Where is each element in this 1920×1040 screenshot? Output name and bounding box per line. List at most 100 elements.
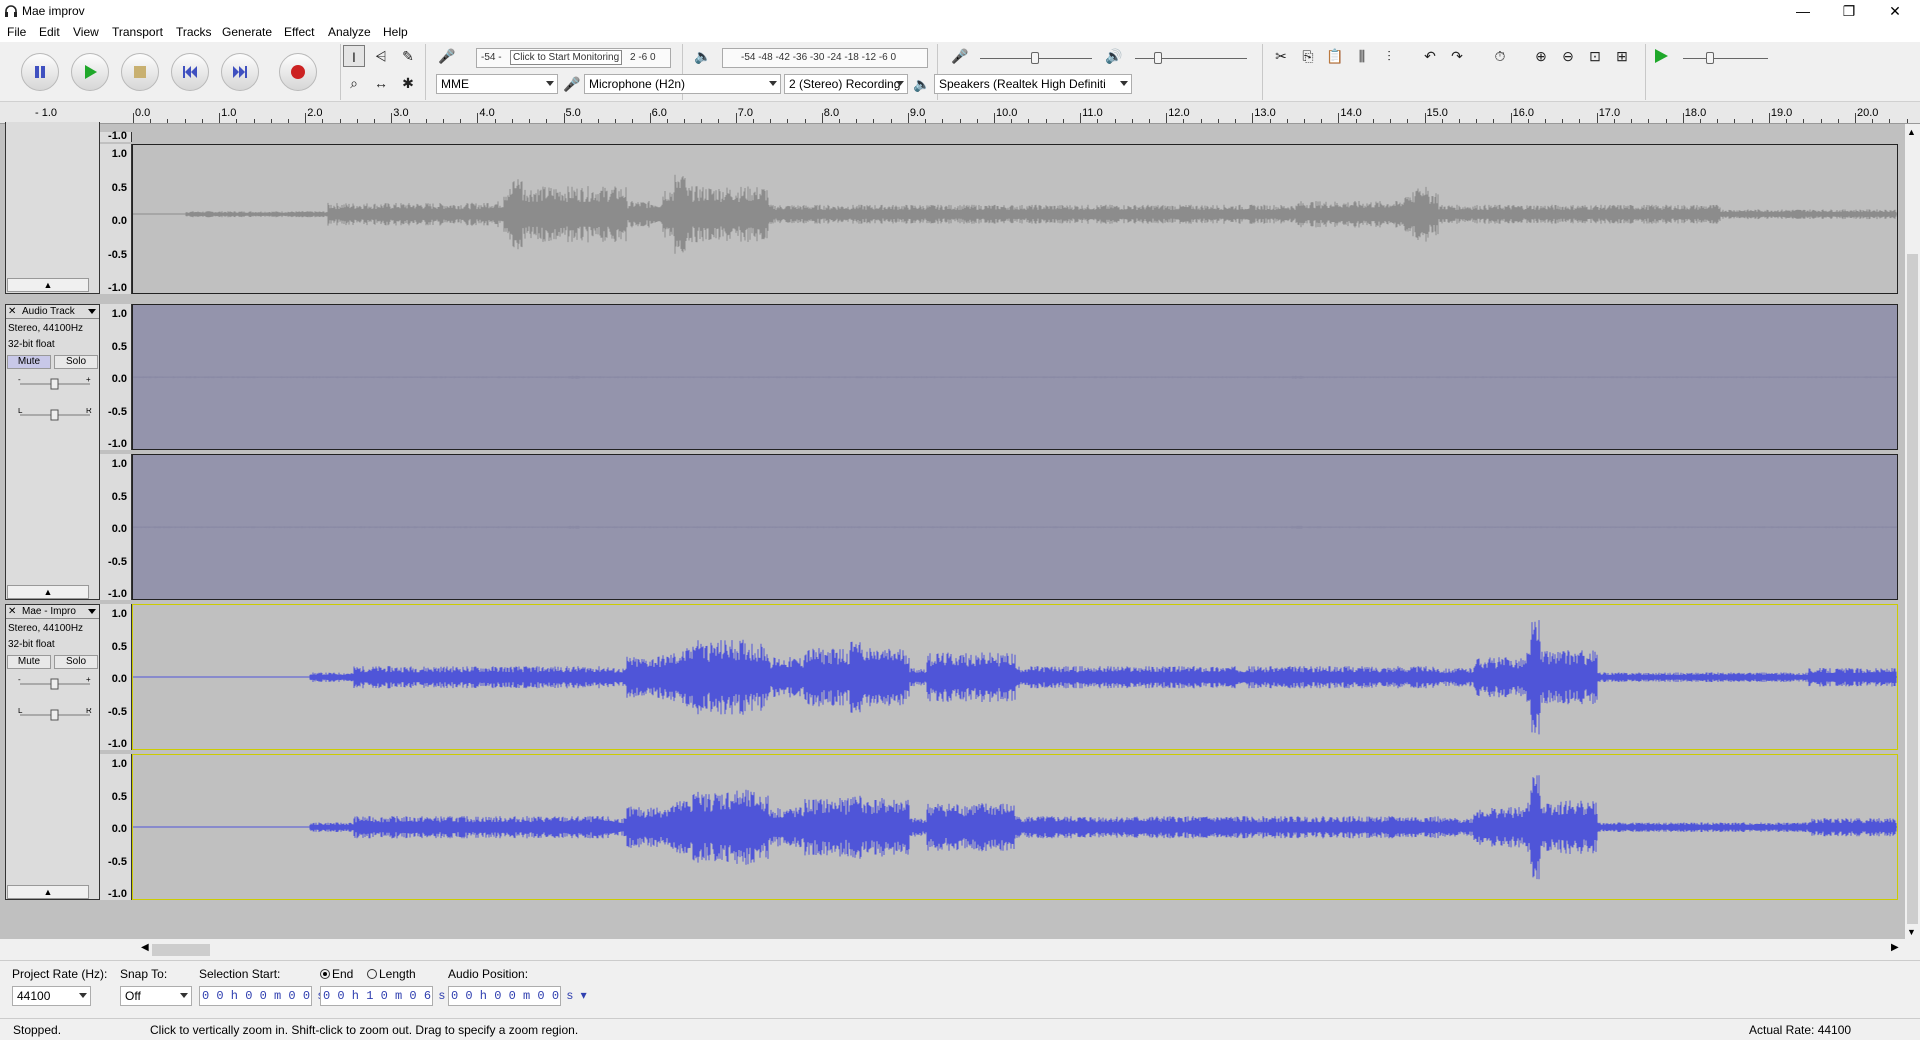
waveform-channel-left[interactable] <box>132 304 1898 450</box>
recording-device-select[interactable]: Microphone (H2n) <box>584 74 781 94</box>
track-area[interactable]: ▲ -1.0 1.0 0.5 0.0 -0.5 -1.0 ✕ Audio Track St… <box>0 122 1905 939</box>
vertical-scale[interactable]: 1.0 0.5 0.0 -0.5 -1.0 <box>100 754 132 900</box>
selection-tool-icon[interactable]: I <box>343 45 365 67</box>
ruler-label: 9.0 <box>909 107 926 119</box>
vertical-scroll-thumb[interactable] <box>1907 254 1918 924</box>
waveform-channel[interactable] <box>132 144 1898 294</box>
waveform-channel-right[interactable] <box>132 754 1898 900</box>
ruler-label: 10.0 <box>996 107 1018 119</box>
zoom-tool-icon[interactable]: ⌕ <box>343 72 365 94</box>
microphone-meter-icon[interactable]: 🎤 <box>436 45 458 67</box>
fit-selection-icon[interactable]: ⊡ <box>1584 45 1606 67</box>
speaker-meter-icon[interactable]: 🔈 <box>692 45 714 67</box>
redo-icon[interactable]: ↷ <box>1446 45 1468 67</box>
waveform-channel-left[interactable] <box>132 604 1898 750</box>
selection-end-time[interactable]: 0 0 h 1 0 m 0 6 s ▾ <box>320 986 459 1006</box>
track-name-menu[interactable]: ✕ Mae - Impro <box>6 605 99 619</box>
recording-meter[interactable]: -54 - Click to Start Monitoring 2 -6 0 <box>476 48 671 68</box>
timeline-ruler[interactable]: - 1.0 0.0 1.0 2.0 3.0 4.0 5.0 6.0 7.0 8.0 9.0 10.0… <box>0 102 1920 124</box>
close-track-icon[interactable]: ✕ <box>8 605 16 618</box>
paste-icon[interactable]: 📋 <box>1324 45 1346 67</box>
solo-button[interactable]: Solo <box>54 355 98 369</box>
audio-host-select[interactable]: MME <box>436 74 558 94</box>
playback-volume-slider[interactable] <box>1154 52 1162 64</box>
scroll-left-icon[interactable]: ◀ <box>141 942 149 953</box>
snap-to-select[interactable]: Off <box>120 986 192 1006</box>
skip-to-end-button[interactable] <box>221 53 259 91</box>
stop-button[interactable] <box>121 53 159 91</box>
scroll-up-icon[interactable]: ▲ <box>1907 127 1916 137</box>
menu-edit[interactable]: Edit <box>39 25 60 39</box>
monitor-label[interactable]: Click to Start Monitoring <box>510 50 623 65</box>
undo-icon[interactable]: ↶ <box>1419 45 1441 67</box>
ruler-tick <box>1596 113 1598 123</box>
menu-generate[interactable]: Generate <box>222 25 272 39</box>
vertical-scale[interactable]: 1.0 0.5 0.0 -0.5 -1.0 <box>100 604 132 750</box>
length-radio[interactable]: Length <box>367 967 416 981</box>
play-at-speed-icon[interactable] <box>1652 47 1670 65</box>
fit-project-icon[interactable]: ⊞ <box>1611 45 1633 67</box>
mute-button[interactable]: Mute <box>7 655 51 669</box>
skip-to-start-button[interactable] <box>171 53 209 91</box>
trim-icon[interactable]: ⫼ <box>1351 45 1373 67</box>
zoom-out-icon[interactable]: ⊖ <box>1557 45 1579 67</box>
audio-position-time[interactable]: 0 0 h 0 0 m 0 0 s ▾ <box>448 986 587 1006</box>
close-button[interactable]: ✕ <box>1872 0 1918 22</box>
play-speed-track[interactable] <box>1683 58 1768 59</box>
vertical-scale[interactable]: -1.0 <box>100 130 132 142</box>
ruler-minor-tick <box>1355 119 1357 123</box>
menu-analyze[interactable]: Analyze <box>328 25 371 39</box>
menu-transport[interactable]: Transport <box>112 25 163 39</box>
playback-volume-track[interactable] <box>1135 58 1247 59</box>
record-button[interactable] <box>279 53 317 91</box>
play-speed-slider[interactable] <box>1706 52 1714 64</box>
mute-button[interactable]: Mute <box>7 355 51 369</box>
vertical-scale[interactable]: 1.0 0.5 0.0 -0.5 -1.0 <box>100 454 132 600</box>
close-track-icon[interactable]: ✕ <box>8 305 16 318</box>
pan-slider[interactable]: LR <box>18 708 92 722</box>
cut-icon[interactable]: ✂ <box>1270 45 1292 67</box>
end-radio[interactable]: End <box>320 967 353 981</box>
menu-tracks[interactable]: Tracks <box>176 25 212 39</box>
vertical-scale[interactable]: 1.0 0.5 0.0 -0.5 -1.0 <box>100 304 132 450</box>
ruler-minor-tick <box>787 119 789 123</box>
speaker-device-icon: 🔈 <box>913 76 931 92</box>
track-name-menu[interactable]: ✕ Audio Track <box>6 305 99 319</box>
draw-tool-icon[interactable]: ✎ <box>397 45 419 67</box>
playback-meter[interactable]: -54 -48 -42 -36 -30 -24 -18 -12 -6 0 <box>722 48 928 68</box>
project-rate-select[interactable]: 44100 <box>12 986 91 1006</box>
restore-button[interactable]: ❐ <box>1826 0 1872 22</box>
menu-view[interactable]: View <box>73 25 99 39</box>
copy-icon[interactable]: ⎘ <box>1297 45 1319 67</box>
selection-start-time[interactable]: 0 0 h 0 0 m 0 0 s ▾ <box>199 986 338 1006</box>
multi-tool-icon[interactable]: ✱ <box>397 72 419 94</box>
horizontal-scroll-thumb[interactable] <box>152 944 210 956</box>
collapse-track-button[interactable]: ▲ <box>7 585 89 599</box>
play-button[interactable] <box>71 53 109 91</box>
gain-slider[interactable]: - + <box>18 677 92 691</box>
collapse-track-button[interactable]: ▲ <box>7 885 89 899</box>
pause-button[interactable] <box>21 53 59 91</box>
ruler-minor-tick <box>1648 119 1650 123</box>
scroll-right-icon[interactable]: ▶ <box>1891 942 1899 953</box>
waveform-channel-right[interactable] <box>132 454 1898 600</box>
menu-help[interactable]: Help <box>383 25 408 39</box>
solo-button[interactable]: Solo <box>54 655 98 669</box>
gain-slider[interactable]: - + <box>18 377 92 391</box>
playback-device-select[interactable]: Speakers (Realtek High Definiti <box>934 74 1132 94</box>
menu-file[interactable]: File <box>7 25 26 39</box>
scroll-down-icon[interactable]: ▼ <box>1907 927 1916 937</box>
silence-icon[interactable]: ⫶ <box>1378 45 1400 67</box>
horizontal-scrollbar[interactable] <box>140 943 1895 957</box>
time-shift-tool-icon[interactable]: ↔ <box>370 72 392 94</box>
envelope-tool-icon[interactable]: ⩤ <box>370 45 392 67</box>
pan-slider[interactable]: LR <box>18 408 92 422</box>
minimize-button[interactable]: — <box>1780 0 1826 22</box>
recording-channels-select[interactable]: 2 (Stereo) Recording <box>784 74 908 94</box>
zoom-in-icon[interactable]: ⊕ <box>1530 45 1552 67</box>
collapse-track-button[interactable]: ▲ <box>7 278 89 292</box>
sync-lock-icon[interactable]: ⏱ <box>1489 45 1511 67</box>
vertical-scale[interactable]: 1.0 0.5 0.0 -0.5 -1.0 <box>100 144 132 294</box>
menu-effect[interactable]: Effect <box>284 25 314 39</box>
recording-volume-slider[interactable] <box>1031 52 1039 64</box>
